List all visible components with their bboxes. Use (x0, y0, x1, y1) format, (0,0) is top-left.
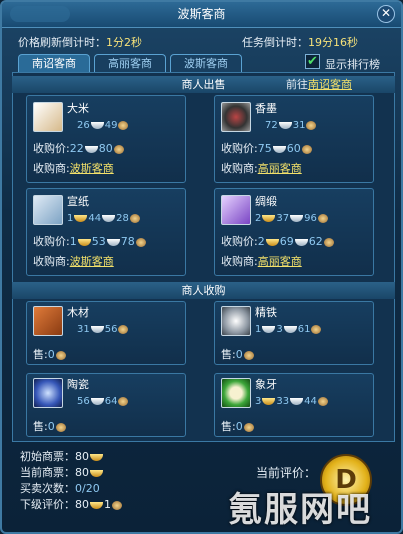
buy-price-row: 收购价:75 60 (221, 140, 313, 156)
buyer-row: 收购商:高丽客商 (221, 255, 302, 268)
task-timer: 任务倒计时：19分16秒 (242, 36, 358, 49)
current-ticket: 当前商票：80 (20, 464, 104, 480)
buy-item-card[interactable]: 精铁 1 3 61 售:0 (214, 301, 374, 365)
buy-item-card[interactable]: 象牙 3 33 44 售:0 (214, 373, 374, 437)
sell-item-card[interactable]: 大米 26 49 收购价:22 80 收购商:波斯客商 (26, 95, 186, 183)
item-name: 大米 (67, 102, 89, 115)
item-price: 26 49 (77, 120, 129, 131)
item-price: 1 3 61 (255, 324, 322, 335)
next-evaluation: 下级评价：80 1 (20, 496, 123, 512)
merchant-window: 波斯客商 ✕ 价格刷新倒计时：1分2秒 任务倒计时：19分16秒 南诏客商 高丽… (0, 0, 403, 534)
evaluation-label: 当前评价： (256, 466, 317, 480)
item-price: 31 56 (77, 324, 129, 335)
buyer-row: 收购商:高丽客商 (221, 162, 302, 175)
buyer-link[interactable]: 波斯客商 (70, 255, 114, 268)
item-name: 绸缎 (255, 195, 277, 208)
buyer-row: 收购商:波斯客商 (33, 255, 114, 268)
sell-row: 售:0 (221, 418, 255, 434)
close-icon[interactable]: ✕ (377, 5, 395, 23)
sell-item-card[interactable]: 绸缎 2 37 96 收购价:2 69 62 收购商:高丽客商 (214, 188, 374, 276)
buyer-link[interactable]: 波斯客商 (70, 162, 114, 175)
rank-toggle-label[interactable]: 显示排行榜 (325, 56, 380, 72)
buyer-link[interactable]: 高丽客商 (258, 255, 302, 268)
title-bar[interactable]: 波斯客商 ✕ (2, 2, 401, 28)
item-price: 56 64 (77, 396, 129, 407)
item-price: 72 31 (265, 120, 317, 131)
watermark: 氪服网吧 (228, 490, 372, 530)
window-title: 波斯客商 (177, 7, 226, 21)
buy-item-card[interactable]: 陶瓷 56 64 售:0 (26, 373, 186, 437)
item-price: 3 33 44 (255, 396, 329, 407)
ink-icon (221, 102, 251, 132)
buy-section-title: 商人收购 (12, 282, 395, 299)
paper-icon (33, 195, 63, 225)
item-name: 香墨 (255, 102, 277, 115)
price-refresh-timer: 价格刷新倒计时：1分2秒 (18, 36, 142, 49)
sell-item-card[interactable]: 香墨 72 31 收购价:75 60 收购商:高丽客商 (214, 95, 374, 183)
item-name: 精铁 (255, 306, 277, 319)
item-name: 象牙 (255, 378, 277, 391)
rice-icon (33, 102, 63, 132)
goto-merchant-link[interactable]: 南诏客商 (308, 78, 352, 91)
iron-icon (221, 306, 251, 336)
buy-price-row: 收购价:2 69 62 (221, 233, 335, 249)
item-name: 木材 (67, 306, 89, 319)
buy-item-card[interactable]: 木材 31 56 售:0 (26, 301, 186, 365)
initial-ticket: 初始商票：80 (20, 448, 104, 464)
title-decoration (10, 6, 70, 22)
tab-persia[interactable]: 波斯客商 (170, 54, 242, 72)
goto-merchant: 前往南诏客商 (286, 78, 352, 91)
tab-goryeo[interactable]: 高丽客商 (94, 54, 166, 72)
ivory-icon (221, 378, 251, 408)
item-price: 1 44 28 (67, 213, 141, 224)
item-name: 陶瓷 (67, 378, 89, 391)
buy-price-row: 收购价:1 53 78 (33, 233, 147, 249)
tab-nanzhao[interactable]: 南诏客商 (18, 54, 90, 72)
sell-row: 售:0 (33, 346, 67, 362)
sell-row: 售:0 (33, 418, 67, 434)
item-price: 2 37 96 (255, 213, 329, 224)
item-name: 宣纸 (67, 195, 89, 208)
sell-row: 售:0 (221, 346, 255, 362)
buy-price-row: 收购价:22 80 (33, 140, 125, 156)
sell-item-card[interactable]: 宣纸 1 44 28 收购价:1 53 78 收购商:波斯客商 (26, 188, 186, 276)
porcelain-icon (33, 378, 63, 408)
rank-checkbox[interactable]: ✔ (305, 54, 320, 69)
buyer-row: 收购商:波斯客商 (33, 162, 114, 175)
wood-icon (33, 306, 63, 336)
buyer-link[interactable]: 高丽客商 (258, 162, 302, 175)
trade-count: 买卖次数：0/20 (20, 482, 100, 495)
silk-icon (221, 195, 251, 225)
